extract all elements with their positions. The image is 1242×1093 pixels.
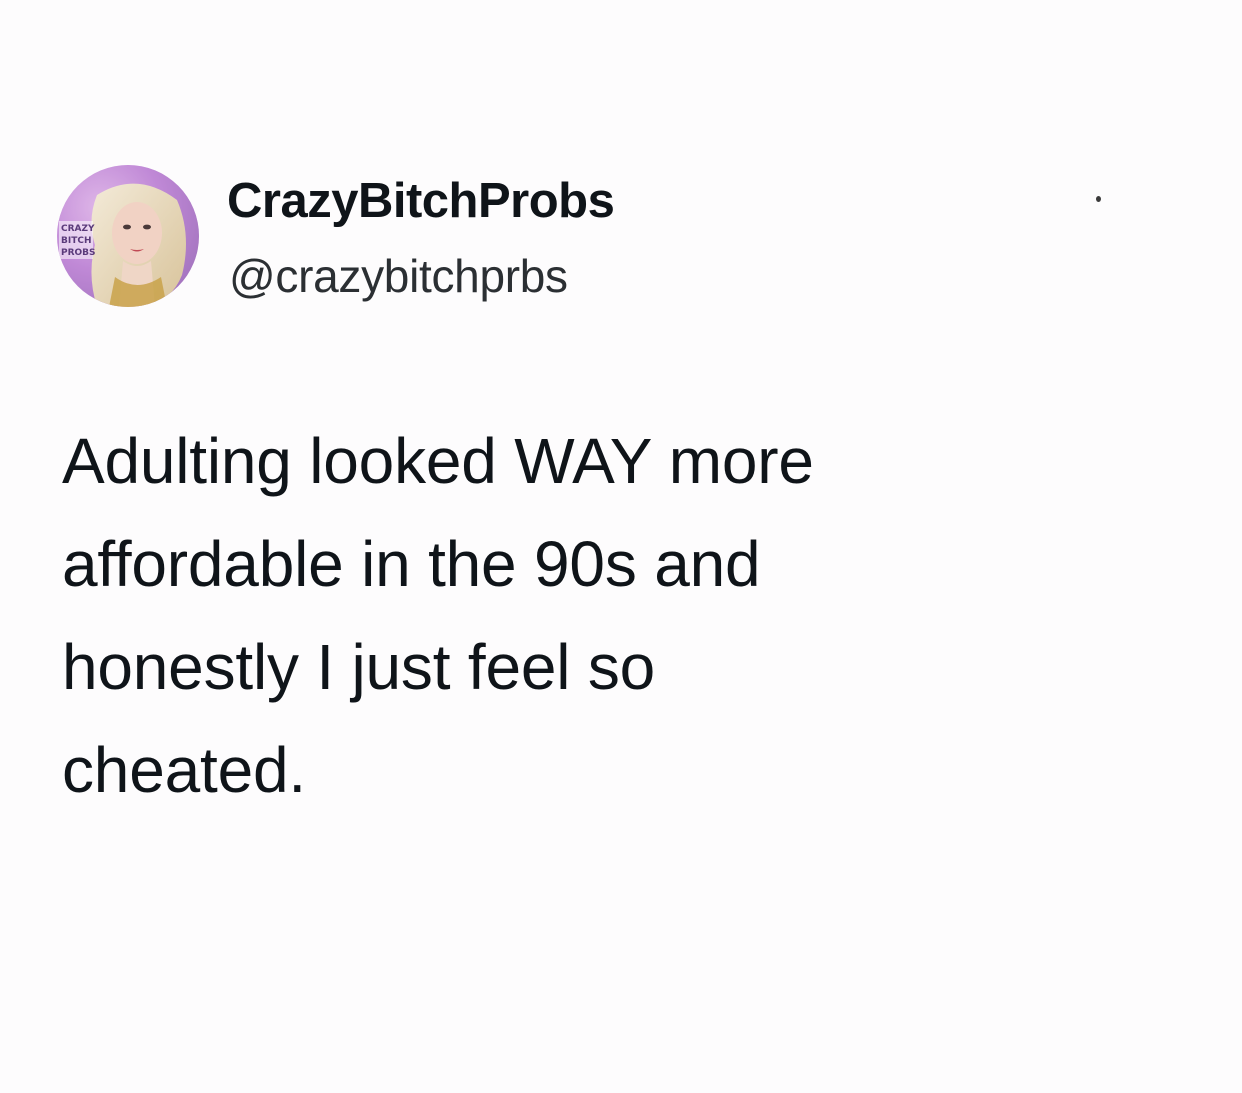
tweet-text-line: affordable in the 90s and xyxy=(62,528,761,600)
tweet-text-line: honestly I just feel so xyxy=(62,631,656,703)
tweet-card: CRAZY BITCH PROBS CrazyBitchProbs @crazy… xyxy=(0,0,1242,1093)
profile-avatar[interactable]: CRAZY BITCH PROBS xyxy=(57,165,199,307)
tweet-text-line: Adulting looked WAY more xyxy=(62,425,814,497)
avatar-image: CRAZY BITCH PROBS xyxy=(57,165,199,307)
avatar-logo-line-2: BITCH xyxy=(61,236,92,246)
avatar-logo-line-3: PROBS xyxy=(61,248,96,258)
tweet-text: Adulting looked WAY more affordable in t… xyxy=(62,410,1122,822)
more-options-icon[interactable] xyxy=(1096,196,1101,202)
tweet-text-line: cheated. xyxy=(62,734,306,806)
user-handle[interactable]: @crazybitchprbs xyxy=(229,244,568,308)
display-name[interactable]: CrazyBitchProbs xyxy=(227,167,615,235)
avatar-logo-line-1: CRAZY xyxy=(61,224,95,234)
